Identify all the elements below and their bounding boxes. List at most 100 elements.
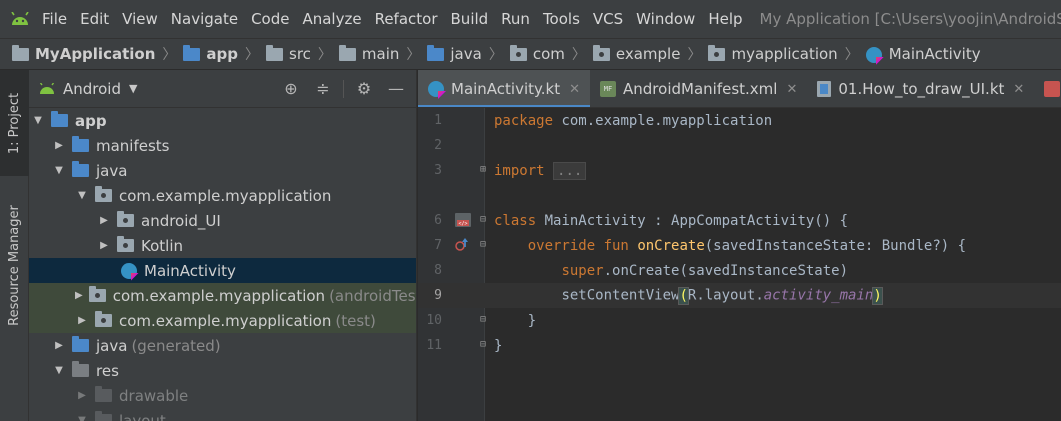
- code-line-current[interactable]: 9 setContentView(R.layout.activity_main): [418, 283, 1061, 308]
- breadcrumb-item-project[interactable]: MyApplication: [12, 45, 155, 63]
- window-title: My Application [C:\Users\yoojin\AndroidS…: [759, 10, 1061, 28]
- breadcrumb-item-main[interactable]: main: [338, 45, 400, 63]
- chevron-right-icon[interactable]: ▶: [75, 315, 89, 326]
- breadcrumb-item-myapplication[interactable]: myapplication: [708, 45, 838, 63]
- collapse-all-icon[interactable]: ≑: [311, 77, 335, 101]
- menu-edit[interactable]: Edit: [80, 10, 109, 28]
- menu-build[interactable]: Build: [451, 10, 489, 28]
- chevron-down-icon[interactable]: ▼: [75, 415, 89, 421]
- tree-item-label: Kotlin: [141, 236, 183, 255]
- chevron-right-icon[interactable]: ▶: [97, 240, 111, 251]
- tree-item-app[interactable]: ▼ app: [29, 108, 416, 133]
- breadcrumb-item-example[interactable]: example: [592, 45, 680, 63]
- fold-plus-icon[interactable]: ⊞: [480, 164, 491, 177]
- chevron-right-icon: 〉: [571, 47, 586, 63]
- tree-item-package[interactable]: ▼ com.example.myapplication: [29, 183, 416, 208]
- breadcrumb-item-src[interactable]: src: [266, 45, 311, 63]
- tree-item-java[interactable]: ▼ java: [29, 158, 416, 183]
- code-line[interactable]: 11 ⊟ }: [418, 333, 1061, 358]
- chevron-right-icon[interactable]: ▶: [75, 390, 89, 401]
- chevron-down-icon[interactable]: ▼: [52, 365, 66, 376]
- close-icon[interactable]: ✕: [569, 82, 580, 97]
- tab-androidmanifest-xml[interactable]: MF AndroidManifest.xml ✕: [590, 70, 807, 107]
- locate-target-icon[interactable]: ⊕: [279, 77, 303, 101]
- code-editor[interactable]: 1 package com.example.myapplication 2 3 …: [418, 108, 1061, 421]
- tree-item-java-generated[interactable]: ▶ java (generated): [29, 333, 416, 358]
- kotlin-file-icon: [817, 81, 832, 97]
- project-tree: ▼ app ▶ manifests ▼ java ▼ com.example.m…: [29, 108, 416, 421]
- chevron-down-icon[interactable]: ▼: [129, 82, 137, 95]
- menu-tools[interactable]: Tools: [543, 10, 580, 28]
- close-icon[interactable]: ✕: [1013, 82, 1024, 97]
- breadcrumb-label: MainActivity: [888, 45, 981, 63]
- override-marker-icon[interactable]: [454, 237, 470, 257]
- tab-label: 01.How_to_draw_UI.kt: [838, 80, 1005, 98]
- tree-item-suffix: (androidTest): [329, 286, 416, 305]
- tab-activity-xml[interactable]: activi: [1034, 70, 1061, 107]
- breadcrumb-item-java[interactable]: java: [427, 45, 482, 63]
- kotlin-class-icon: [428, 81, 444, 97]
- code-token: import: [494, 162, 545, 179]
- tab-mainactivity-kt[interactable]: MainActivity.kt ✕: [418, 70, 591, 107]
- code-line[interactable]: 2: [418, 133, 1061, 158]
- folded-region[interactable]: ...: [553, 161, 587, 180]
- tree-item-package-test[interactable]: ▶ com.example.myapplication (test): [29, 308, 416, 333]
- line-number: 2: [434, 138, 442, 153]
- tree-item-kotlin[interactable]: ▶ Kotlin: [29, 233, 416, 258]
- menu-window[interactable]: Window: [636, 10, 695, 28]
- package-icon: [95, 311, 112, 327]
- chevron-down-icon[interactable]: ▼: [75, 190, 89, 201]
- chevron-right-icon[interactable]: ▶: [52, 340, 66, 351]
- menu-refactor[interactable]: Refactor: [375, 10, 438, 28]
- code-line[interactable]: 10 ⊟ }: [418, 308, 1061, 333]
- tree-item-drawable[interactable]: ▶ drawable: [29, 383, 416, 408]
- code-line[interactable]: 7 ⊟ override fun onCreate(savedInstanceS…: [418, 233, 1061, 258]
- menu-vcs[interactable]: VCS: [593, 10, 623, 28]
- breadcrumb: MyApplication 〉 app 〉 src 〉 main 〉 java …: [0, 38, 1061, 70]
- breadcrumb-item-app[interactable]: app: [183, 45, 238, 63]
- chevron-right-icon[interactable]: ▶: [97, 215, 111, 226]
- gear-icon[interactable]: ⚙: [352, 77, 376, 101]
- fold-end-icon[interactable]: ⊟: [480, 339, 491, 352]
- tree-item-layout[interactable]: ▼ layout: [29, 408, 416, 421]
- breadcrumb-item-mainactivity[interactable]: MainActivity: [865, 45, 981, 63]
- chevron-down-icon[interactable]: ▼: [52, 165, 66, 176]
- breadcrumb-item-com[interactable]: com: [509, 45, 565, 63]
- matched-brace: (: [678, 286, 689, 305]
- fold-minus-icon[interactable]: ⊟: [480, 239, 491, 252]
- line-number: 11: [426, 338, 442, 353]
- tree-item-android-ui[interactable]: ▶ android_UI: [29, 208, 416, 233]
- menu-analyze[interactable]: Analyze: [302, 10, 361, 28]
- breadcrumb-label: main: [361, 45, 400, 63]
- tab-how-to-draw-ui-kt[interactable]: 01.How_to_draw_UI.kt ✕: [807, 70, 1034, 107]
- layout-marker-icon[interactable]: </>: [454, 212, 472, 232]
- menu-file[interactable]: File: [42, 10, 67, 28]
- fold-minus-icon[interactable]: ⊟: [480, 214, 491, 227]
- tree-item-label: com.example.myapplication: [119, 186, 332, 205]
- tree-item-res[interactable]: ▼ res: [29, 358, 416, 383]
- chevron-right-icon[interactable]: ▶: [75, 290, 83, 301]
- fold-end-icon[interactable]: ⊟: [480, 314, 491, 327]
- tab-project[interactable]: 1: Project: [0, 70, 29, 176]
- layout-file-icon: [1044, 81, 1061, 97]
- chevron-right-icon[interactable]: ▶: [52, 140, 66, 151]
- tree-item-mainactivity[interactable]: MainActivity: [29, 258, 416, 283]
- minimize-icon[interactable]: —: [384, 77, 408, 101]
- menu-run[interactable]: Run: [501, 10, 530, 28]
- code-line[interactable]: 6 </> ⊟ class MainActivity : AppCompatAc…: [418, 208, 1061, 233]
- tree-item-manifests[interactable]: ▶ manifests: [29, 133, 416, 158]
- project-view-selector[interactable]: Android: [63, 80, 121, 98]
- folder-icon: [95, 411, 112, 421]
- tree-item-package-androidtest[interactable]: ▶ com.example.myapplication (androidTest…: [29, 283, 416, 308]
- menu-help[interactable]: Help: [708, 10, 742, 28]
- menu-navigate[interactable]: Navigate: [171, 10, 238, 28]
- code-token: activity_main: [763, 287, 874, 304]
- code-line[interactable]: 8 super.onCreate(savedInstanceState): [418, 258, 1061, 283]
- chevron-down-icon[interactable]: ▼: [31, 115, 45, 126]
- close-icon[interactable]: ✕: [786, 82, 797, 97]
- code-line[interactable]: 1 package com.example.myapplication: [418, 108, 1061, 133]
- menu-view[interactable]: View: [122, 10, 158, 28]
- tab-resource-manager[interactable]: Resource Manager: [0, 190, 29, 340]
- code-line[interactable]: 3 ⊞ import ...: [418, 158, 1061, 183]
- menu-code[interactable]: Code: [251, 10, 289, 28]
